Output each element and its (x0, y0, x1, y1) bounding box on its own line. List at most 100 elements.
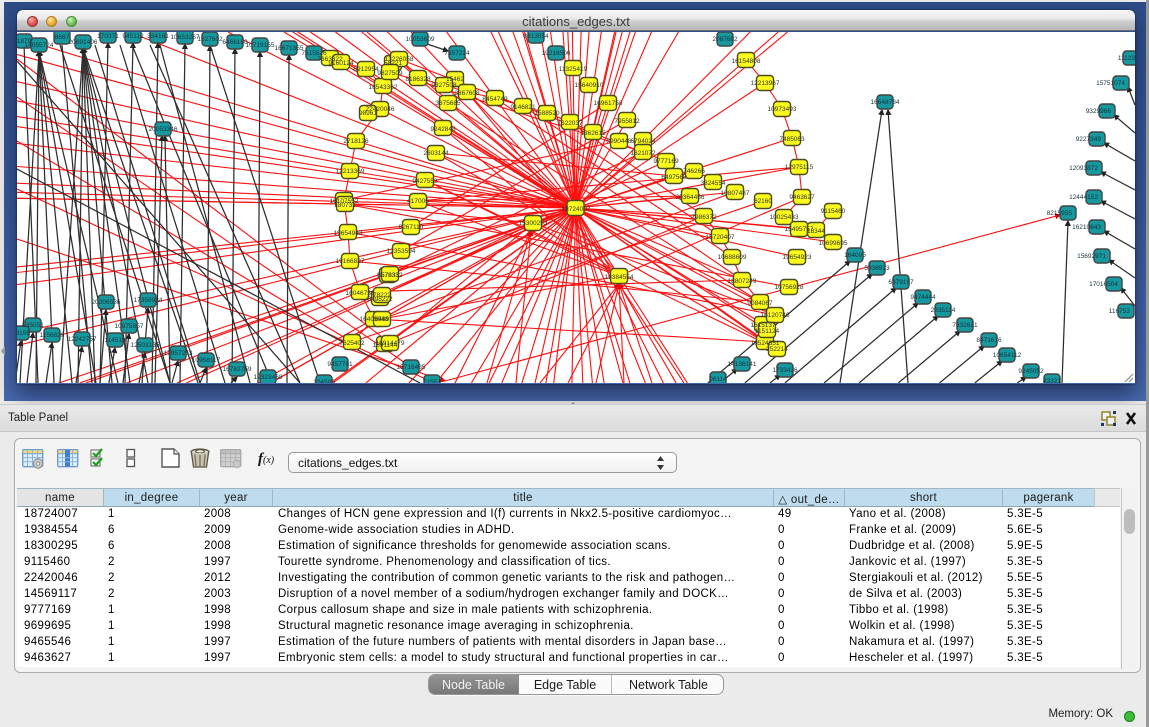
svg-text:9827509: 9827509 (377, 70, 403, 77)
svg-text:9160124: 9160124 (328, 60, 354, 67)
svg-text:10053609: 10053609 (406, 36, 435, 43)
svg-text:252214: 252214 (766, 346, 788, 353)
svg-text:1621072: 1621072 (630, 150, 656, 157)
svg-text:12353594: 12353594 (387, 248, 416, 255)
svg-text:10653267: 10653267 (171, 34, 200, 41)
svg-text:835051: 835051 (22, 322, 44, 329)
svg-text:12213967: 12213967 (751, 80, 780, 87)
svg-text:96114: 96114 (709, 376, 727, 383)
svg-text:10719155: 10719155 (246, 42, 275, 49)
svg-text:10688609: 10688609 (718, 254, 747, 261)
svg-text:19166827: 19166827 (336, 258, 365, 265)
svg-text:62160: 62160 (754, 198, 772, 205)
svg-text:9084067: 9084067 (747, 300, 773, 307)
svg-text:98961: 98961 (359, 110, 377, 117)
svg-text:9777169: 9777169 (653, 158, 679, 165)
svg-text:417006: 417006 (407, 198, 429, 205)
svg-text:(x): (x) (263, 455, 275, 466)
svg-text:9242848: 9242848 (430, 126, 456, 133)
svg-text:746266: 746266 (683, 168, 705, 175)
svg-text:20053346: 20053346 (149, 126, 178, 133)
svg-text:10973493: 10973493 (768, 106, 797, 113)
svg-text:6497568: 6497568 (661, 174, 687, 181)
svg-text:10699695: 10699695 (819, 240, 848, 247)
svg-text:9227349: 9227349 (1076, 136, 1102, 143)
svg-text:10975857: 10975857 (115, 323, 144, 330)
svg-text:8578332: 8578332 (377, 272, 403, 279)
svg-text:9327508: 9327508 (431, 82, 457, 89)
svg-text:10756928: 10756928 (775, 284, 804, 291)
svg-text:10025433: 10025433 (770, 214, 799, 221)
svg-text:8667: 8667 (55, 34, 70, 41)
svg-text:19218506: 19218506 (542, 50, 571, 57)
svg-text:18344: 18344 (807, 228, 825, 235)
svg-text:15751074: 15751074 (1096, 80, 1125, 87)
svg-text:15300293: 15300293 (519, 220, 548, 227)
svg-text:16782759: 16782759 (223, 366, 252, 373)
svg-text:12444152: 12444152 (1069, 194, 1098, 201)
svg-text:9245052: 9245052 (1018, 368, 1044, 375)
svg-text:1588520: 1588520 (534, 110, 560, 117)
svg-text:14055724: 14055724 (25, 42, 54, 49)
svg-text:10654112: 10654112 (993, 352, 1022, 359)
svg-text:1156829: 1156829 (40, 332, 65, 339)
svg-text:114519: 114519 (104, 337, 126, 344)
svg-text:16210643: 16210643 (1072, 224, 1101, 231)
svg-text:124500: 124500 (313, 379, 335, 383)
svg-text:13226058: 13226058 (385, 56, 414, 63)
svg-text:2867608: 2867608 (454, 90, 480, 97)
svg-text:2087682: 2087682 (712, 36, 738, 43)
svg-text:17957253: 17957253 (164, 350, 193, 357)
svg-text:164095: 164095 (844, 252, 866, 259)
svg-text:12975115: 12975115 (785, 164, 814, 171)
svg-text:8215955: 8215955 (1047, 210, 1073, 217)
svg-text:16120746: 16120746 (761, 312, 790, 319)
svg-text:1322037: 1322037 (557, 120, 583, 127)
svg-text:6379197: 6379197 (888, 279, 914, 286)
svg-text:1733426: 1733426 (772, 367, 798, 374)
svg-text:12242757: 12242757 (68, 336, 97, 343)
svg-text:14136141: 14136141 (728, 361, 757, 368)
svg-text:20206536: 20206536 (92, 299, 121, 306)
svg-text:2718126: 2718126 (343, 138, 369, 145)
svg-text:12213369: 12213369 (336, 168, 365, 175)
svg-text:9474444: 9474444 (910, 294, 936, 301)
svg-text:16543362: 16543362 (369, 84, 398, 91)
svg-text:20691406: 20691406 (69, 39, 98, 46)
svg-text:12323468: 12323468 (254, 374, 283, 381)
svg-text:7485063: 7485063 (779, 136, 805, 143)
svg-text:10807487: 10807487 (721, 190, 750, 197)
svg-text:170371: 170371 (97, 33, 119, 40)
svg-text:3675685: 3675685 (435, 100, 461, 107)
svg-text:16961758: 16961758 (594, 100, 623, 107)
svg-text:16914479: 16914479 (376, 340, 405, 347)
svg-text:7955812: 7955812 (614, 118, 640, 125)
svg-text:8912954: 8912954 (353, 66, 379, 73)
svg-text:1362615: 1362615 (580, 130, 606, 137)
svg-text:17016504: 17016504 (1089, 281, 1118, 288)
svg-text:9146821: 9146821 (510, 104, 536, 111)
svg-text:39159: 39159 (17, 330, 30, 337)
svg-text:9457791: 9457791 (327, 361, 353, 368)
svg-text:19654923: 19654923 (783, 254, 812, 261)
svg-text:17359934: 17359934 (134, 297, 163, 304)
svg-text:78222: 78222 (373, 292, 391, 299)
svg-text:16648784: 16648784 (871, 99, 900, 106)
svg-text:2603144: 2603144 (423, 150, 449, 157)
svg-text:1527602: 1527602 (197, 36, 223, 43)
svg-text:7357224: 7357224 (444, 50, 470, 57)
svg-text:5938923: 5938923 (864, 265, 890, 272)
svg-text:16154808: 16154808 (732, 58, 761, 65)
svg-text:8186328: 8186328 (405, 76, 431, 83)
svg-text:9463627: 9463627 (789, 194, 815, 201)
svg-text:9115460: 9115460 (821, 208, 846, 215)
svg-text:945112: 945112 (122, 33, 144, 40)
svg-text:15692971: 15692971 (1077, 253, 1106, 260)
svg-text:71551: 71551 (423, 379, 441, 383)
svg-text:7625402: 7625402 (339, 340, 365, 347)
svg-text:18724007: 18724007 (562, 206, 591, 213)
svg-text:20364456: 20364456 (676, 194, 705, 201)
svg-text:3824554: 3824554 (700, 180, 726, 187)
svg-text:2935114: 2935114 (931, 307, 956, 314)
svg-text:9329966: 9329966 (1086, 108, 1112, 115)
